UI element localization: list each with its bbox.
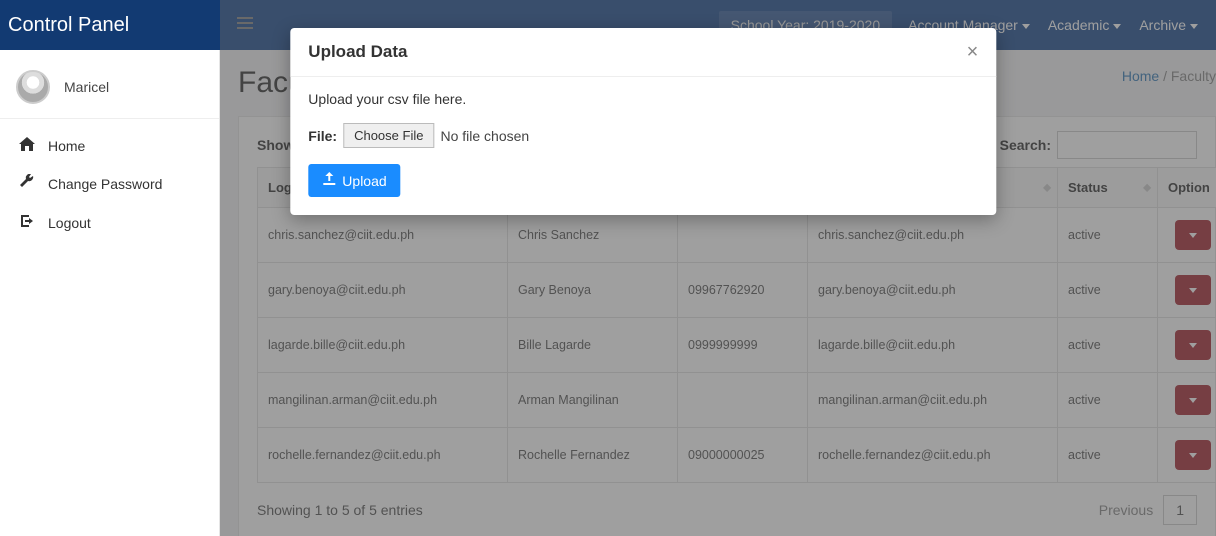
no-file-text: No file chosen xyxy=(440,128,529,144)
brand-title: Control Panel xyxy=(0,0,220,50)
avatar xyxy=(16,70,50,104)
file-label: File: xyxy=(308,128,337,144)
sidebar-item-home[interactable]: Home xyxy=(0,127,219,164)
sidebar-item-label: Logout xyxy=(48,215,91,231)
close-icon[interactable]: × xyxy=(967,42,979,62)
sidebar-item-change-password[interactable]: Change Password xyxy=(0,164,219,203)
modal-title: Upload Data xyxy=(308,42,407,62)
sidebar: Maricel Home Change Password Logout xyxy=(0,50,220,536)
sidebar-item-label: Home xyxy=(48,138,85,154)
wrench-icon xyxy=(18,174,36,193)
sidebar-item-label: Change Password xyxy=(48,176,162,192)
upload-icon xyxy=(322,172,336,189)
upload-modal: Upload Data × Upload your csv file here.… xyxy=(290,28,996,215)
modal-description: Upload your csv file here. xyxy=(308,91,978,107)
user-block: Maricel xyxy=(0,62,219,119)
user-name: Maricel xyxy=(64,79,109,95)
choose-file-button[interactable]: Choose File xyxy=(343,123,434,148)
upload-button[interactable]: Upload xyxy=(308,164,400,197)
home-icon xyxy=(18,137,36,154)
logout-icon xyxy=(18,213,36,232)
sidebar-item-logout[interactable]: Logout xyxy=(0,203,219,242)
